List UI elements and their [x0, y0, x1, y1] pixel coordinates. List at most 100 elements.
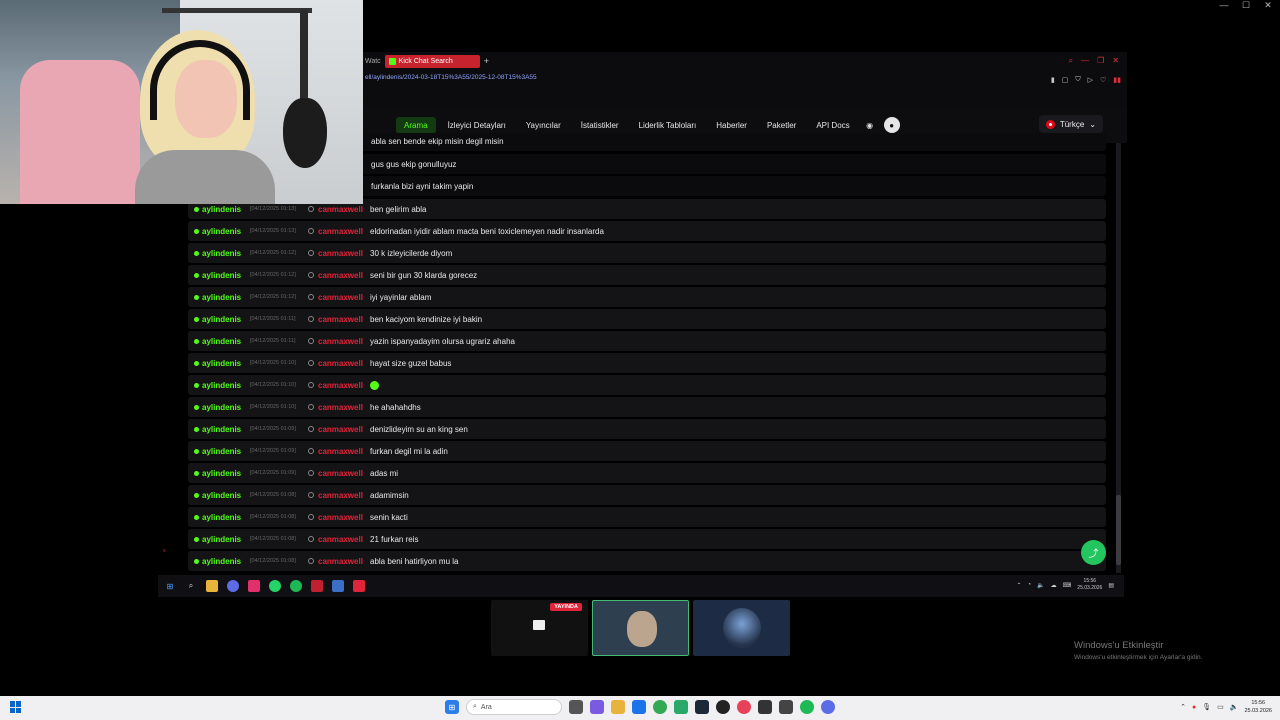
chat-username[interactable]: aylindenis	[194, 557, 250, 566]
nav-istatistikler[interactable]: İstatistikler	[573, 117, 627, 134]
task-view-icon[interactable]	[569, 700, 583, 714]
steam-icon[interactable]	[695, 700, 709, 714]
minimize-icon[interactable]: —	[1081, 56, 1089, 66]
nav-izleyici-detaylari[interactable]: İzleyici Detayları	[440, 117, 514, 134]
address-bar[interactable]: ell/aylindenis/2024-03-18T15%3A55/2025-1…	[363, 70, 1127, 84]
chat-username[interactable]: aylindenis	[194, 249, 250, 258]
chat-username[interactable]: aylindenis	[194, 447, 250, 456]
messenger-icon[interactable]	[821, 700, 835, 714]
windows-start-icon[interactable]: ⊞	[164, 580, 176, 592]
copilot-icon[interactable]	[590, 700, 604, 714]
new-tab-button[interactable]: +	[484, 56, 489, 66]
app-icon[interactable]	[332, 580, 344, 592]
search-icon[interactable]: ⌕	[185, 580, 197, 592]
spotify-icon[interactable]	[800, 700, 814, 714]
inner-clock[interactable]: 15:56 25.03.2026	[1077, 578, 1102, 592]
opera-icon[interactable]	[311, 580, 323, 592]
chat-username[interactable]: aylindenis	[194, 359, 250, 368]
notification-icon[interactable]: ▤	[1108, 582, 1114, 589]
maximize-button[interactable]: ☐	[1238, 0, 1254, 12]
discord-icon[interactable]: ◉	[862, 117, 878, 133]
chat-username[interactable]: aylindenis	[194, 469, 250, 478]
chat-username[interactable]: aylindenis	[194, 271, 250, 280]
opera-icon[interactable]	[737, 700, 751, 714]
chat-channel[interactable]: canmaxwell	[318, 227, 370, 236]
spotify-icon[interactable]	[290, 580, 302, 592]
minimize-button[interactable]: —	[1216, 0, 1232, 12]
nav-haberler[interactable]: Haberler	[708, 117, 755, 134]
network-icon[interactable]: ▭	[1217, 703, 1224, 711]
chat-username[interactable]: aylindenis	[194, 403, 250, 412]
tab-kick-chat-search[interactable]: Kick Chat Search	[384, 54, 480, 68]
user-icon[interactable]: ●	[883, 117, 900, 133]
app-icon[interactable]	[674, 700, 688, 714]
nav-yayincilar[interactable]: Yayıncılar	[518, 117, 569, 134]
restore-icon[interactable]: ❐	[1097, 56, 1104, 66]
nav-arama[interactable]: Arama	[396, 116, 436, 134]
thumbnail-camera[interactable]	[592, 600, 689, 656]
play-icon[interactable]: ▷	[1088, 76, 1093, 84]
network-icon[interactable]: ◔	[1028, 582, 1032, 588]
language-selector[interactable]: Türkçe ⌄	[1038, 115, 1103, 133]
chat-channel[interactable]: canmaxwell	[318, 271, 370, 280]
heart-icon[interactable]: ♡	[1100, 76, 1106, 84]
taskbar-clock[interactable]: 15:56 25.03.2026	[1244, 699, 1272, 715]
chat-channel[interactable]: canmaxwell	[318, 337, 370, 346]
thumbnail-screen[interactable]: YAYINDA	[491, 600, 588, 656]
chat-channel[interactable]: canmaxwell	[318, 315, 370, 324]
vpn-icon[interactable]: ●	[1192, 704, 1196, 711]
windows-logo-icon[interactable]: ⊞	[445, 700, 459, 714]
scrollbar-thumb[interactable]	[1116, 495, 1121, 565]
search-icon[interactable]: ⌕	[1069, 56, 1073, 66]
chat-channel[interactable]: canmaxwell	[318, 557, 370, 566]
store-icon[interactable]	[632, 700, 646, 714]
chat-username[interactable]: aylindenis	[194, 293, 250, 302]
close-button[interactable]: ✕	[1260, 0, 1276, 12]
messenger-icon[interactable]	[227, 580, 239, 592]
chat-username[interactable]: aylindenis	[194, 425, 250, 434]
chat-channel[interactable]: canmaxwell	[318, 447, 370, 456]
nav-api-docs[interactable]: API Docs	[808, 117, 857, 134]
chat-username[interactable]: aylindenis	[194, 205, 250, 214]
nav-liderlik-tablolari[interactable]: Liderlik Tabloları	[631, 117, 705, 134]
tab-partial[interactable]: Watc	[365, 58, 381, 65]
obs-icon[interactable]	[716, 700, 730, 714]
mail-icon[interactable]	[353, 580, 365, 592]
chat-username[interactable]: aylindenis	[194, 513, 250, 522]
chat-channel[interactable]: canmaxwell	[318, 359, 370, 368]
chat-channel[interactable]: canmaxwell	[318, 403, 370, 412]
chat-username[interactable]: aylindenis	[194, 315, 250, 324]
chevron-up-icon[interactable]: ⌃	[1180, 703, 1186, 711]
taskbar-search[interactable]: ⌕ Ara	[466, 699, 562, 715]
chat-channel[interactable]: canmaxwell	[318, 293, 370, 302]
file-explorer-icon[interactable]	[611, 700, 625, 714]
chat-username[interactable]: aylindenis	[194, 491, 250, 500]
terminal-icon[interactable]	[758, 700, 772, 714]
volume-icon[interactable]: 🔈	[1230, 703, 1239, 711]
cloud-icon[interactable]: ☁	[1051, 582, 1057, 589]
chat-channel[interactable]: canmaxwell	[318, 469, 370, 478]
chat-channel[interactable]: canmaxwell	[318, 535, 370, 544]
chat-channel[interactable]: canmaxwell	[318, 425, 370, 434]
instagram-icon[interactable]	[248, 580, 260, 592]
nav-paketler[interactable]: Paketler	[759, 117, 804, 134]
screenshot-icon[interactable]: ▢	[1062, 76, 1069, 84]
chat-channel[interactable]: canmaxwell	[318, 491, 370, 500]
chat-channel[interactable]: canmaxwell	[318, 249, 370, 258]
chat-channel[interactable]: canmaxwell	[318, 205, 370, 214]
close-icon[interactable]: ✕	[1112, 56, 1119, 66]
chat-channel[interactable]: canmaxwell	[318, 513, 370, 522]
chat-username[interactable]: aylindenis	[194, 337, 250, 346]
chat-channel[interactable]: canmaxwell	[318, 381, 370, 390]
app2-icon[interactable]	[779, 700, 793, 714]
sidebar-icon[interactable]: ▮▮	[1113, 76, 1121, 84]
share-button[interactable]: ⤴	[1081, 540, 1106, 565]
chat-username[interactable]: aylindenis	[194, 381, 250, 390]
thumbnail-avatar[interactable]	[693, 600, 790, 656]
chrome-icon[interactable]	[653, 700, 667, 714]
chevron-up-icon[interactable]: ⌃	[1016, 582, 1021, 589]
keyboard-icon[interactable]: ⌨	[1063, 582, 1072, 589]
chat-username[interactable]: aylindenis	[194, 535, 250, 544]
shield-icon[interactable]: ⛉	[1075, 76, 1080, 84]
mic-icon[interactable]: 🎙	[1202, 703, 1211, 711]
